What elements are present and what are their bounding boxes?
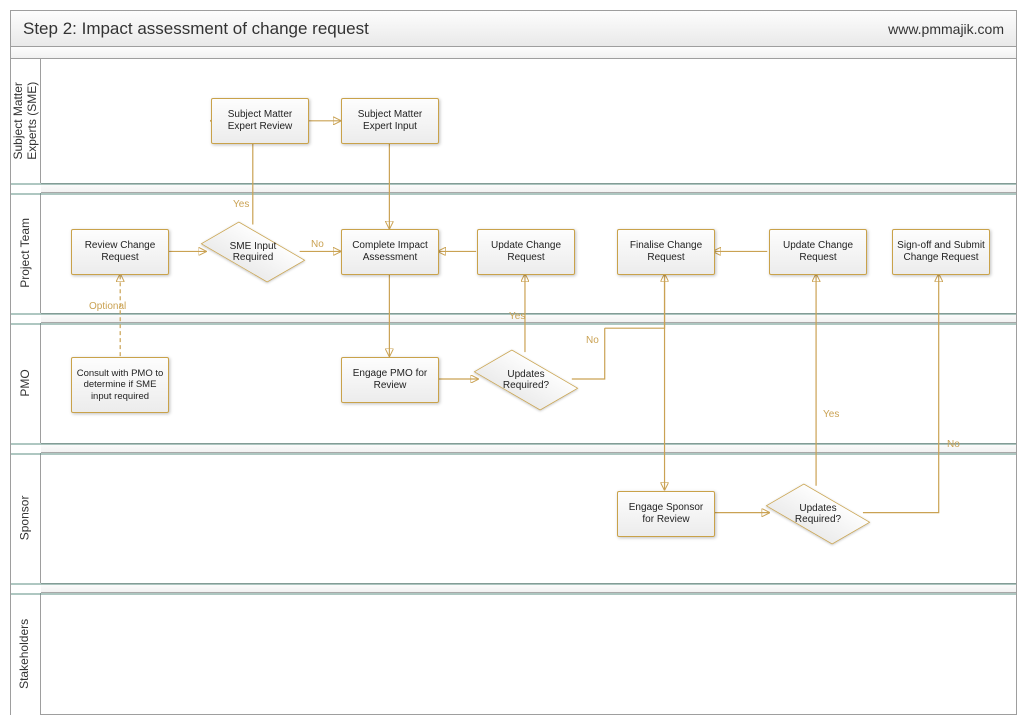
lane-label-sme: Subject Matter Experts (SME) (11, 59, 41, 183)
lane-label-stakeholders: Stakeholders (11, 593, 41, 715)
decision-sme-required: SME Input Required (206, 225, 300, 279)
lane-label-team: Project Team (11, 193, 41, 313)
node-signoff: Sign-off and Submit Change Request (892, 229, 990, 275)
diagram-frame: Step 2: Impact assessment of change requ… (10, 10, 1017, 715)
label-yes: Yes (823, 409, 839, 420)
diagram-title: Step 2: Impact assessment of change requ… (23, 19, 369, 39)
decision-updates-sponsor: Updates Required? (771, 487, 865, 541)
node-finalise-cr: Finalise Change Request (617, 229, 715, 275)
node-update-cr-2: Update Change Request (769, 229, 867, 275)
label-yes: Yes (233, 199, 249, 210)
diagram-source-url: www.pmmajik.com (888, 21, 1004, 37)
swimlanes: Subject Matter Experts (SME) Project Tea… (11, 59, 1016, 714)
header-separator (11, 47, 1016, 59)
node-engage-sponsor: Engage Sponsor for Review (617, 491, 715, 537)
diagram-header: Step 2: Impact assessment of change requ… (11, 11, 1016, 47)
node-complete-impact: Complete Impact Assessment (341, 229, 439, 275)
label-no: No (311, 239, 324, 250)
node-consult-pmo: Consult with PMO to determine if SME inp… (71, 357, 169, 413)
lane-label-sponsor: Sponsor (11, 453, 41, 583)
lane-label-pmo: PMO (11, 323, 41, 443)
label-no: No (586, 335, 599, 346)
decision-updates-pmo: Updates Required? (479, 353, 573, 407)
node-review-cr: Review Change Request (71, 229, 169, 275)
node-update-cr-1: Update Change Request (477, 229, 575, 275)
node-sme-input: Subject Matter Expert Input (341, 98, 439, 144)
node-engage-pmo: Engage PMO for Review (341, 357, 439, 403)
label-no: No (947, 439, 960, 450)
node-sme-review: Subject Matter Expert Review (211, 98, 309, 144)
label-yes: Yes (509, 311, 525, 322)
label-optional: Optional (89, 301, 126, 312)
